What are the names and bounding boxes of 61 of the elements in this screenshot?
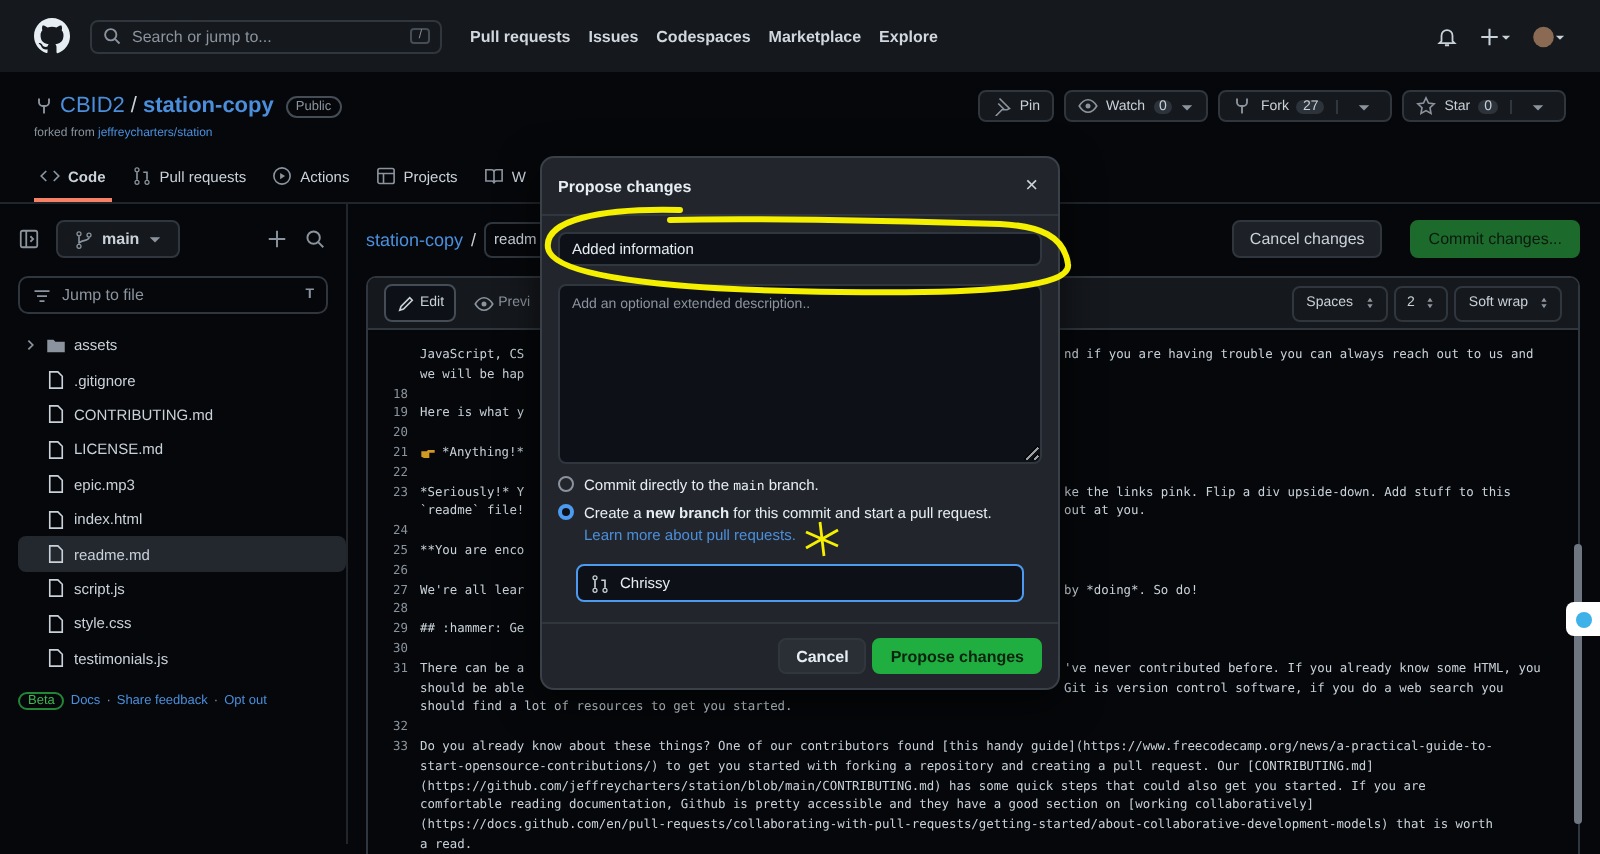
fork-icon [1232,96,1253,116]
chevron-icon[interactable] [24,338,38,353]
bell-icon[interactable] [1436,25,1458,47]
asterisk-drawing [804,520,840,558]
file-icon [46,404,66,425]
file-icon [46,509,66,530]
file-icon [46,544,66,565]
search-icon [102,26,122,46]
fork-icon [34,96,54,116]
nav-link[interactable]: Marketplace [768,27,862,45]
sidebar-toggle-icon[interactable] [18,228,40,250]
path-separator: / [130,94,137,118]
cancel-button[interactable]: Cancel [778,638,867,674]
caret-icon[interactable] [1180,99,1195,113]
propose-changes-button[interactable]: Propose changes [872,638,1042,674]
nav-link[interactable]: Codespaces [656,27,751,45]
up-down-arrows-icon [1540,296,1548,310]
breadcrumb-link[interactable]: station-copy [366,229,464,249]
plus-icon[interactable] [266,228,288,250]
star-icon [1416,96,1437,116]
nav-link[interactable]: Explore [879,27,938,45]
up-down-arrows-icon [1365,296,1374,310]
file-icon [46,578,66,599]
pointing-hand-icon [420,447,436,460]
pencil-icon [396,293,416,313]
owner-link[interactable]: CBID2 [60,94,125,118]
file-icon [46,439,66,460]
circle-icon [1573,609,1593,629]
branch-icon [74,229,94,249]
file-icon [46,613,66,634]
up-down-arrows-icon [1426,296,1435,310]
nav-link[interactable]: Issues [588,27,639,45]
folder-icon [46,335,66,356]
dialog-title: Propose changes [558,177,692,195]
file-icon [46,370,66,391]
play-circle-icon [272,166,293,186]
caret-icon [147,232,162,246]
branch-selector[interactable]: main [56,220,180,258]
filter-icon [32,285,52,305]
radio-button[interactable] [558,504,574,520]
eye-icon [1077,96,1098,116]
file-icon [46,474,66,495]
table-icon [375,166,396,186]
close-button[interactable]: × [1021,174,1042,198]
code-icon [40,166,60,186]
octocat-logo-icon[interactable] [34,18,70,54]
avatar-icon[interactable] [1532,25,1566,47]
book-icon [483,166,504,186]
pull-request-icon [131,166,152,186]
pull-request-icon [590,573,610,593]
cancel-changes-button[interactable]: Cancel changes [1231,220,1383,258]
plus-dropdown-icon[interactable] [1478,25,1512,47]
file-icon [46,648,66,669]
extension-button[interactable] [1566,602,1600,636]
path-separator: / [471,229,477,249]
nav-link[interactable]: Pull requests [470,27,571,45]
eye-icon [474,293,495,313]
radio-button[interactable] [558,476,574,492]
pin-icon [991,96,1012,116]
search-icon[interactable] [304,228,326,250]
repo-name-link[interactable]: station-copy [142,94,274,118]
